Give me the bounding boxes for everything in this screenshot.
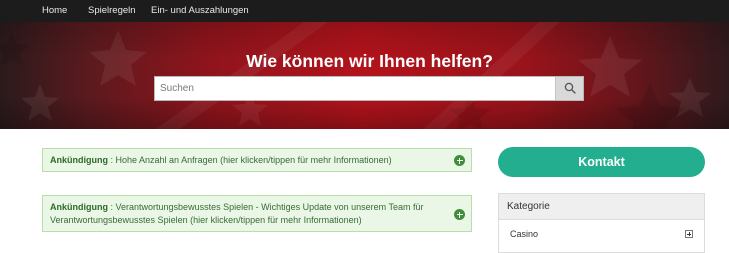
announcement-text: Ankündigung : Verantwortungsbewusstes Sp…	[50, 201, 430, 227]
search-bar	[154, 76, 584, 101]
nav-link-spielregeln[interactable]: Spielregeln	[88, 0, 136, 22]
category-heading: Kategorie	[499, 194, 704, 220]
hero-banner: Wie können wir Ihnen helfen?	[0, 22, 729, 129]
nav-link-home[interactable]: Home	[42, 0, 67, 22]
search-input[interactable]	[155, 77, 556, 100]
category-panel: Kategorie Casino	[498, 193, 705, 253]
announcement-high-requests[interactable]: Ankündigung : Hohe Anzahl an Anfragen (h…	[42, 148, 472, 172]
contact-button[interactable]: Kontakt	[498, 147, 705, 177]
announcement-separator: :	[108, 155, 116, 165]
announcement-separator: :	[108, 202, 116, 212]
top-navigation: Home Spielregeln Ein- und Auszahlungen	[0, 0, 729, 22]
nav-link-ein-und-auszahlungen[interactable]: Ein- und Auszahlungen	[151, 0, 249, 22]
announcement-text: Ankündigung : Hohe Anzahl an Anfragen (h…	[50, 154, 392, 167]
category-item-casino[interactable]: Casino	[510, 229, 538, 239]
plus-circle-icon[interactable]	[454, 155, 465, 166]
search-icon	[564, 82, 576, 94]
announcement-title: Ankündigung	[50, 202, 108, 212]
plus-circle-icon[interactable]	[454, 209, 465, 220]
announcement-responsible-gaming[interactable]: Ankündigung : Verantwortungsbewusstes Sp…	[42, 195, 472, 232]
page-title: Wie können wir Ihnen helfen?	[246, 51, 493, 71]
expand-plus-icon[interactable]	[685, 230, 693, 238]
announcement-title: Ankündigung	[50, 155, 108, 165]
announcement-message: Hohe Anzahl an Anfragen (hier klicken/ti…	[115, 155, 392, 165]
search-button[interactable]	[555, 77, 583, 100]
